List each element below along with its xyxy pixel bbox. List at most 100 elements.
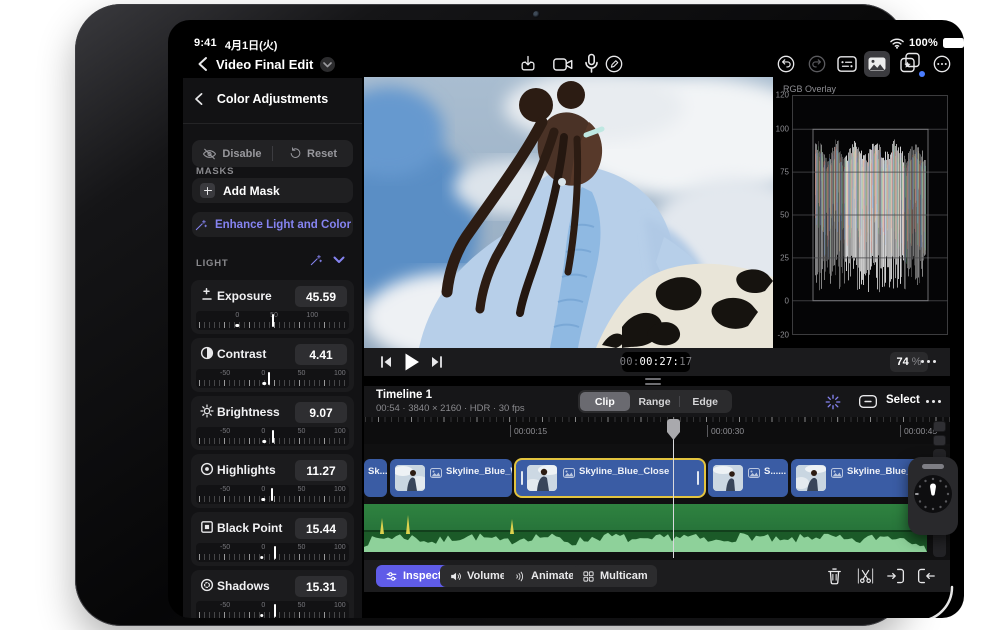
previous-frame-icon[interactable]	[380, 355, 393, 369]
blade-icon[interactable]	[856, 567, 875, 585]
slider-value[interactable]: 15.31	[295, 576, 347, 597]
value-cursor[interactable]	[273, 604, 276, 617]
skimming-icon[interactable]	[824, 393, 842, 411]
pencil-annotate-icon[interactable]	[604, 54, 624, 74]
title-chevron-down-icon[interactable]	[320, 57, 336, 72]
inspector-panel-icon[interactable]	[836, 55, 858, 73]
light-collapse-icon[interactable]	[333, 256, 345, 264]
slider-scale[interactable]: -50 0 50 100	[196, 543, 349, 562]
panel-resize-handle[interactable]	[645, 378, 661, 385]
dial-drag-handle[interactable]	[922, 464, 944, 469]
scroll-step-up[interactable]	[933, 421, 946, 432]
mode-edge[interactable]: Edge	[680, 392, 730, 411]
clip-skyline-blue-background[interactable]: Skyline_Blue_Background	[791, 459, 927, 497]
clip-s[interactable]: S......	[708, 459, 788, 497]
mode-range[interactable]: Range	[630, 392, 680, 411]
timeline-title[interactable]: Timeline 1	[376, 389, 432, 401]
scale-label: 50	[297, 486, 306, 493]
project-title-group[interactable]: Video Final Edit	[216, 57, 336, 72]
timecode[interactable]: 00: 00:27: 17	[620, 352, 692, 372]
slider-scale[interactable]: -50 0 50 100	[196, 427, 349, 446]
clip-overview-icon[interactable]	[858, 393, 878, 410]
timecode-minsec: 00:27:	[639, 356, 680, 368]
timeline-ruler[interactable]: 00:00:15 00:00:30 00:00:45	[364, 417, 950, 444]
multicam-button[interactable]: Multicam	[573, 565, 657, 587]
slider-scale[interactable]: -50 0 50 100	[196, 369, 349, 388]
mic-icon[interactable]	[584, 53, 599, 74]
jog-dial[interactable]	[908, 457, 958, 535]
media-glyph-icon	[748, 468, 760, 478]
insert-left-icon[interactable]	[886, 567, 906, 585]
animate-label: Animate	[531, 570, 575, 582]
value-cursor[interactable]	[267, 372, 270, 385]
status-bar-right: 100%	[890, 37, 964, 49]
slider-scale[interactable]: -50 0 50 100	[196, 485, 349, 504]
light-wand-icon[interactable]	[309, 253, 323, 267]
back-icon[interactable]	[196, 56, 210, 72]
value-cursor[interactable]	[271, 314, 274, 327]
redo-icon[interactable]	[807, 54, 827, 74]
export-icon[interactable]	[518, 54, 538, 74]
camera-icon[interactable]	[552, 56, 574, 73]
trim-handle-left[interactable]	[521, 471, 523, 485]
value-cursor[interactable]	[273, 546, 276, 559]
status-bar-left: 9:41 4月1日(火)	[194, 37, 277, 53]
default-dot	[262, 381, 266, 385]
scope-tick: 25	[780, 253, 789, 263]
scale-label: -50	[220, 486, 231, 493]
more-options-icon[interactable]	[932, 54, 952, 74]
slider-label: Exposure	[217, 289, 272, 303]
select-button[interactable]: Select	[886, 394, 920, 406]
reset-button[interactable]: Reset	[273, 147, 353, 160]
insert-right-icon[interactable]	[916, 567, 936, 585]
default-dot	[260, 555, 264, 559]
enhance-button[interactable]: Enhance Light and Color	[192, 212, 353, 237]
trim-handle-right[interactable]	[697, 471, 699, 485]
viewer-more-icon[interactable]	[921, 360, 936, 363]
scroll-step-down[interactable]	[933, 435, 946, 446]
timeline-more-icon[interactable]	[926, 400, 941, 403]
clip-skyline-blue-wide[interactable]: Skyline_Blue_Wide	[390, 459, 512, 497]
play-icon[interactable]	[404, 352, 420, 372]
multicam-label: Multicam	[600, 570, 648, 582]
stacked-clips-star-icon	[900, 52, 920, 73]
next-frame-icon[interactable]	[430, 355, 443, 369]
mode-clip[interactable]: Clip	[580, 392, 630, 411]
disable-button[interactable]: Disable	[192, 148, 272, 160]
projects-button[interactable]	[898, 51, 925, 77]
audio-track[interactable]	[364, 504, 927, 552]
undo-icon[interactable]	[776, 54, 796, 74]
slider-scale[interactable]: 0 50 100	[196, 311, 349, 330]
media-glyph-icon	[563, 468, 575, 478]
value-cursor[interactable]	[271, 430, 274, 443]
scale-label: 0	[235, 312, 240, 319]
slider-value[interactable]: 15.44	[295, 518, 347, 539]
notification-dot	[918, 70, 925, 77]
plus-icon	[200, 183, 215, 198]
timeline-meta: 00:54 · 3840 × 2160 · HDR · 30 fps	[376, 403, 525, 414]
clip-thumbnail	[796, 465, 826, 491]
tick-marks	[199, 380, 346, 386]
scale-label: 0	[261, 370, 266, 377]
clip-partial[interactable]: Sk......	[364, 459, 387, 497]
media-browser-button[interactable]	[864, 51, 890, 77]
animate-button[interactable]: Animate	[504, 565, 584, 587]
clip-skyline-blue-close[interactable]: Skyline_Blue_Close	[514, 458, 706, 498]
volume-label: Volume	[467, 570, 506, 582]
viewer[interactable]	[364, 77, 773, 348]
slider-value[interactable]: 9.07	[295, 402, 347, 423]
slider-value[interactable]: 11.27	[295, 460, 347, 481]
delete-icon[interactable]	[826, 567, 843, 585]
reset-label: Reset	[307, 147, 337, 160]
battery-icon	[942, 38, 964, 48]
wifi-icon	[890, 38, 904, 49]
value-cursor[interactable]	[270, 488, 273, 501]
slider-label: Black Point	[217, 521, 283, 535]
magic-wand-icon	[195, 219, 207, 230]
dial-wheel[interactable]	[913, 474, 953, 514]
slider-value[interactable]: 45.59	[295, 286, 347, 307]
slider-scale[interactable]: -50 0 50 100	[196, 601, 349, 618]
scale-label: 100	[333, 544, 346, 551]
add-mask-button[interactable]: Add Mask	[192, 178, 353, 203]
slider-value[interactable]: 4.41	[295, 344, 347, 365]
